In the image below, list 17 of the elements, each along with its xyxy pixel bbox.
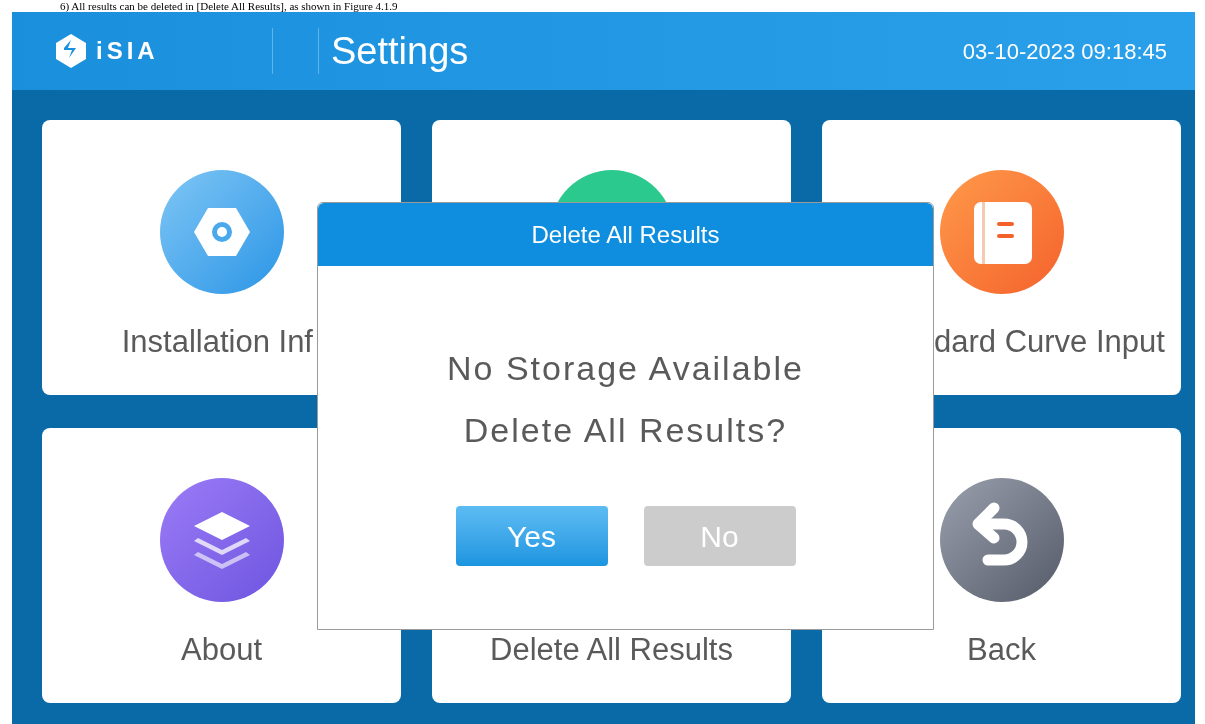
screen-title: Settings [331,28,469,74]
dialog-message: Delete All Results? [463,410,788,450]
tile-label: Delete All Results [490,631,733,669]
layers-icon [159,478,284,602]
tile-label: Back [967,631,1036,669]
tile-label: Installation Inf [121,323,313,361]
tile-label: dard Curve Input [934,323,1165,361]
dialog-message: No Storage Available [447,348,804,388]
nut-icon [159,170,284,294]
logo-icon [54,32,88,70]
back-icon [939,478,1064,602]
dialog-title: Delete All Results [531,219,720,250]
document-text: 6) All results can be deleted in [Delete All Results], as shown in Figure 4.1.9 [60,0,398,12]
tile-label: About [181,631,262,669]
logo-text: iSIA [96,36,159,66]
date-time: 03-10-2023 09:18:45 [962,37,1167,66]
book-icon [939,170,1064,294]
